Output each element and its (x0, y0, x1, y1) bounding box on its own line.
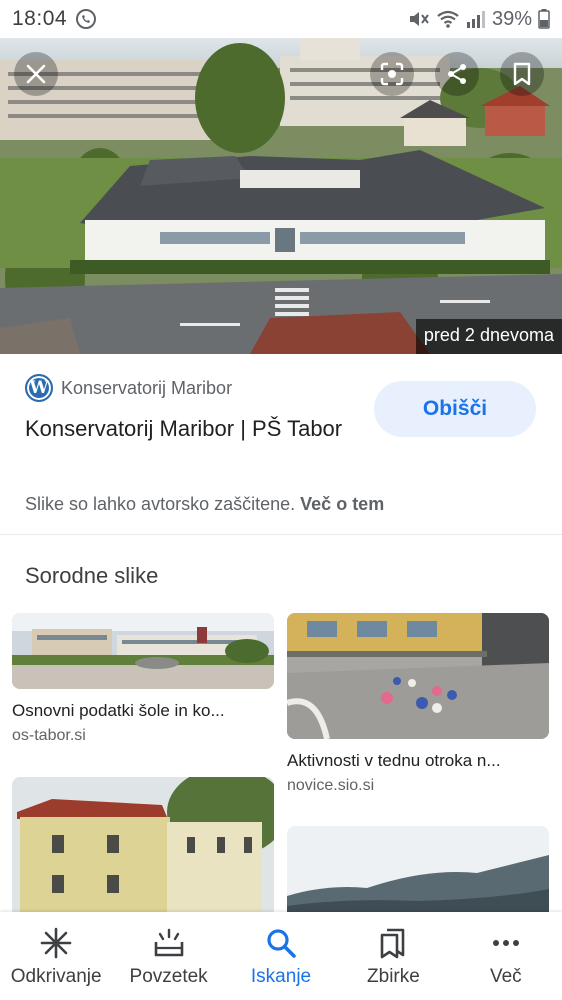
lens-button[interactable] (370, 52, 414, 96)
bottom-navigation: Odkrivanje Povzetek Iskanje Zbirke Več (0, 912, 562, 1000)
related-domain: novice.sio.si (287, 777, 375, 794)
more-icon (489, 926, 523, 960)
related-image (12, 777, 274, 917)
related-image (287, 613, 549, 739)
related-domain: os-tabor.si (12, 727, 86, 744)
copyright-notice: Slike so lahko avtorsko zaščitene. Več o… (25, 494, 384, 515)
nav-label: Iskanje (250, 966, 312, 987)
image-info: W Konservatorij Maribor Obišči Konservat… (0, 354, 562, 534)
status-time: 18:04 (12, 7, 68, 30)
status-bar: 18:04 39% (0, 0, 562, 38)
related-image (287, 826, 549, 926)
wifi-icon (436, 9, 460, 29)
learn-more-link[interactable]: Več o tem (300, 494, 384, 514)
close-icon (26, 64, 46, 84)
page-title[interactable]: Konservatorij Maribor | PŠ Tabor (25, 412, 345, 446)
related-title: Aktivnosti v tednu otroka n... (287, 751, 501, 770)
image-timestamp: pred 2 dnevoma (415, 319, 562, 354)
related-title: Osnovni podatki šole in ko... (12, 701, 225, 720)
nav-collections[interactable]: Zbirke (337, 912, 449, 1000)
lens-icon (380, 62, 404, 86)
bookmark-icon (513, 62, 531, 86)
viber-icon (75, 8, 97, 30)
signal-icon (466, 9, 486, 29)
wordpress-icon: W (25, 374, 53, 402)
share-button[interactable] (435, 52, 479, 96)
save-button[interactable] (500, 52, 544, 96)
nav-label: Odkrivanje (10, 966, 102, 987)
share-icon (448, 64, 466, 84)
divider (0, 534, 562, 535)
related-heading: Sorodne slike (25, 563, 159, 588)
collections-icon (376, 926, 410, 960)
nav-label: Povzetek (129, 966, 208, 987)
nav-discover[interactable]: Odkrivanje (0, 912, 112, 1000)
battery-percent: 39% (491, 7, 532, 30)
nav-updates[interactable]: Povzetek (112, 912, 224, 1000)
related-card[interactable]: Aktivnosti v tednu otroka n... novice.si… (287, 613, 549, 795)
related-card[interactable]: Osnovni podatki šole in ko... os-tabor.s… (12, 613, 274, 745)
close-button[interactable] (14, 52, 58, 96)
nav-label: Zbirke (367, 966, 420, 987)
updates-icon (152, 926, 186, 960)
related-image (12, 613, 274, 689)
nav-search[interactable]: Iskanje (225, 912, 337, 1000)
visit-button[interactable]: Obišči (374, 381, 536, 437)
source-row[interactable]: W Konservatorij Maribor (25, 374, 232, 402)
hero-image[interactable]: pred 2 dnevoma (0, 38, 562, 354)
nav-label: Več (489, 966, 522, 987)
battery-icon (538, 9, 550, 29)
copyright-text: Slike so lahko avtorsko zaščitene. (25, 494, 296, 514)
nav-more[interactable]: Več (450, 912, 562, 1000)
source-site-name: Konservatorij Maribor (61, 377, 233, 398)
hero-photo (0, 38, 562, 354)
asterisk-icon (39, 926, 73, 960)
mute-icon (408, 9, 430, 29)
search-icon (264, 926, 298, 960)
